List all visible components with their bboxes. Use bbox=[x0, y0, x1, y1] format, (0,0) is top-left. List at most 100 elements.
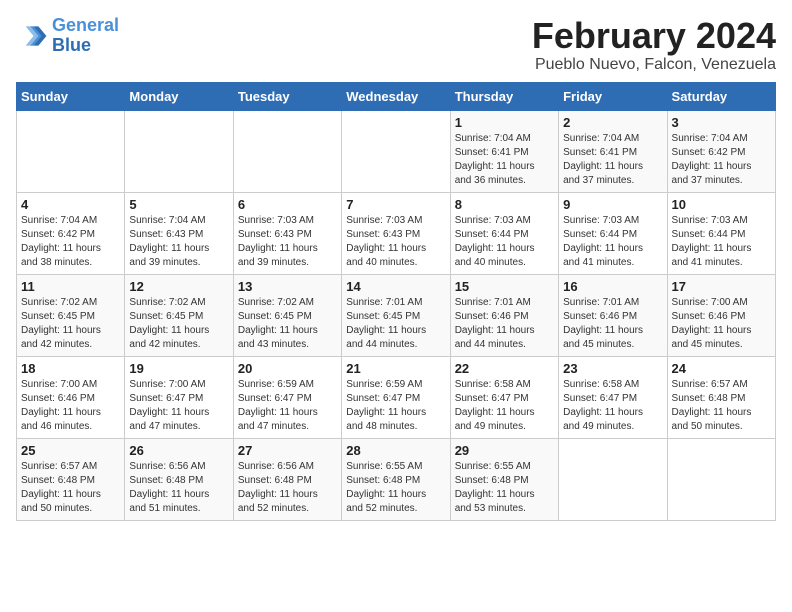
day-number: 25 bbox=[21, 443, 120, 458]
day-info: Sunrise: 6:59 AM Sunset: 6:47 PM Dayligh… bbox=[238, 378, 337, 434]
day-info: Sunrise: 6:57 AM Sunset: 6:48 PM Dayligh… bbox=[672, 378, 771, 434]
weekday-header-monday: Monday bbox=[125, 82, 233, 110]
calendar-cell: 4 Sunrise: 7:04 AM Sunset: 6:42 PM Daylig… bbox=[17, 192, 125, 274]
day-number: 27 bbox=[238, 443, 337, 458]
day-info: Sunrise: 7:04 AM Sunset: 6:41 PM Dayligh… bbox=[455, 132, 554, 188]
calendar-cell: 26 Sunrise: 6:56 AM Sunset: 6:48 PM Dayli… bbox=[125, 438, 233, 520]
day-info: Sunrise: 6:55 AM Sunset: 6:48 PM Dayligh… bbox=[346, 460, 445, 516]
calendar-cell: 25 Sunrise: 6:57 AM Sunset: 6:48 PM Dayli… bbox=[17, 438, 125, 520]
logo-line1: General bbox=[52, 15, 119, 35]
day-info: Sunrise: 7:03 AM Sunset: 6:44 PM Dayligh… bbox=[672, 214, 771, 270]
day-info: Sunrise: 7:04 AM Sunset: 6:42 PM Dayligh… bbox=[672, 132, 771, 188]
day-info: Sunrise: 6:55 AM Sunset: 6:48 PM Dayligh… bbox=[455, 460, 554, 516]
day-number: 8 bbox=[455, 197, 554, 212]
calendar-cell: 19Sunrise: 7:00 AM Sunset: 6:47 PM Dayli… bbox=[125, 356, 233, 438]
day-info: Sunrise: 7:01 AM Sunset: 6:46 PM Dayligh… bbox=[455, 296, 554, 352]
day-number: 12 bbox=[129, 279, 228, 294]
day-info: Sunrise: 7:04 AM Sunset: 6:42 PM Dayligh… bbox=[21, 214, 120, 270]
day-number: 17 bbox=[672, 279, 771, 294]
day-number: 10 bbox=[672, 197, 771, 212]
calendar-cell bbox=[125, 110, 233, 192]
logo: General Blue bbox=[16, 16, 119, 56]
calendar-week-row: 1Sunrise: 7:04 AM Sunset: 6:41 PM Daylig… bbox=[17, 110, 776, 192]
weekday-header-sunday: Sunday bbox=[17, 82, 125, 110]
day-number: 28 bbox=[346, 443, 445, 458]
calendar-cell: 6Sunrise: 7:03 AM Sunset: 6:43 PM Daylig… bbox=[233, 192, 341, 274]
calendar-table: SundayMondayTuesdayWednesdayThursdayFrid… bbox=[16, 82, 776, 521]
day-number: 23 bbox=[563, 361, 662, 376]
day-info: Sunrise: 6:57 AM Sunset: 6:48 PM Dayligh… bbox=[21, 460, 120, 516]
day-number: 16 bbox=[563, 279, 662, 294]
calendar-cell: 28 Sunrise: 6:55 AM Sunset: 6:48 PM Dayli… bbox=[342, 438, 450, 520]
calendar-cell: 5 Sunrise: 7:04 AM Sunset: 6:43 PM Daylig… bbox=[125, 192, 233, 274]
day-info: Sunrise: 7:01 AM Sunset: 6:45 PM Dayligh… bbox=[346, 296, 445, 352]
calendar-week-row: 18Sunrise: 7:00 AM Sunset: 6:46 PM Dayli… bbox=[17, 356, 776, 438]
weekday-header-wednesday: Wednesday bbox=[342, 82, 450, 110]
calendar-cell: 23 Sunrise: 6:58 AM Sunset: 6:47 PM Dayli… bbox=[559, 356, 667, 438]
calendar-cell: 8 Sunrise: 7:03 AM Sunset: 6:44 PM Daylig… bbox=[450, 192, 558, 274]
calendar-cell: 18Sunrise: 7:00 AM Sunset: 6:46 PM Dayli… bbox=[17, 356, 125, 438]
calendar-cell: 15 Sunrise: 7:01 AM Sunset: 6:46 PM Dayli… bbox=[450, 274, 558, 356]
day-number: 26 bbox=[129, 443, 228, 458]
calendar-cell: 7 Sunrise: 7:03 AM Sunset: 6:43 PM Daylig… bbox=[342, 192, 450, 274]
calendar-cell: 27 Sunrise: 6:56 AM Sunset: 6:48 PM Dayli… bbox=[233, 438, 341, 520]
day-info: Sunrise: 7:03 AM Sunset: 6:43 PM Dayligh… bbox=[238, 214, 337, 270]
calendar-cell: 22 Sunrise: 6:58 AM Sunset: 6:47 PM Dayli… bbox=[450, 356, 558, 438]
day-number: 4 bbox=[21, 197, 120, 212]
day-info: Sunrise: 7:01 AM Sunset: 6:46 PM Dayligh… bbox=[563, 296, 662, 352]
day-info: Sunrise: 6:56 AM Sunset: 6:48 PM Dayligh… bbox=[129, 460, 228, 516]
calendar-cell: 14 Sunrise: 7:01 AM Sunset: 6:45 PM Dayli… bbox=[342, 274, 450, 356]
day-number: 7 bbox=[346, 197, 445, 212]
calendar-cell: 3 Sunrise: 7:04 AM Sunset: 6:42 PM Daylig… bbox=[667, 110, 775, 192]
day-number: 19 bbox=[129, 361, 228, 376]
day-info: Sunrise: 6:58 AM Sunset: 6:47 PM Dayligh… bbox=[455, 378, 554, 434]
day-info: Sunrise: 7:03 AM Sunset: 6:43 PM Dayligh… bbox=[346, 214, 445, 270]
day-number: 3 bbox=[672, 115, 771, 130]
day-info: Sunrise: 6:59 AM Sunset: 6:47 PM Dayligh… bbox=[346, 378, 445, 434]
day-number: 24 bbox=[672, 361, 771, 376]
weekday-header-tuesday: Tuesday bbox=[233, 82, 341, 110]
calendar-cell: 13 Sunrise: 7:02 AM Sunset: 6:45 PM Dayli… bbox=[233, 274, 341, 356]
calendar-cell: 10 Sunrise: 7:03 AM Sunset: 6:44 PM Dayli… bbox=[667, 192, 775, 274]
logo-line2: Blue bbox=[52, 35, 91, 55]
calendar-cell: 24 Sunrise: 6:57 AM Sunset: 6:48 PM Dayli… bbox=[667, 356, 775, 438]
day-number: 21 bbox=[346, 361, 445, 376]
weekday-header-row: SundayMondayTuesdayWednesdayThursdayFrid… bbox=[17, 82, 776, 110]
calendar-week-row: 4 Sunrise: 7:04 AM Sunset: 6:42 PM Daylig… bbox=[17, 192, 776, 274]
day-info: Sunrise: 6:56 AM Sunset: 6:48 PM Dayligh… bbox=[238, 460, 337, 516]
calendar-cell bbox=[559, 438, 667, 520]
day-info: Sunrise: 7:02 AM Sunset: 6:45 PM Dayligh… bbox=[129, 296, 228, 352]
calendar-cell: 29 Sunrise: 6:55 AM Sunset: 6:48 PM Dayli… bbox=[450, 438, 558, 520]
day-number: 9 bbox=[563, 197, 662, 212]
day-number: 22 bbox=[455, 361, 554, 376]
day-info: Sunrise: 7:04 AM Sunset: 6:43 PM Dayligh… bbox=[129, 214, 228, 270]
calendar-cell bbox=[342, 110, 450, 192]
calendar-cell: 9 Sunrise: 7:03 AM Sunset: 6:44 PM Daylig… bbox=[559, 192, 667, 274]
header: General Blue February 2024 Pueblo Nuevo,… bbox=[16, 16, 776, 74]
day-number: 11 bbox=[21, 279, 120, 294]
calendar-cell: 1Sunrise: 7:04 AM Sunset: 6:41 PM Daylig… bbox=[450, 110, 558, 192]
location-title: Pueblo Nuevo, Falcon, Venezuela bbox=[532, 56, 776, 74]
weekday-header-thursday: Thursday bbox=[450, 82, 558, 110]
weekday-header-saturday: Saturday bbox=[667, 82, 775, 110]
day-info: Sunrise: 7:04 AM Sunset: 6:41 PM Dayligh… bbox=[563, 132, 662, 188]
day-number: 14 bbox=[346, 279, 445, 294]
day-info: Sunrise: 7:02 AM Sunset: 6:45 PM Dayligh… bbox=[238, 296, 337, 352]
month-title: February 2024 bbox=[532, 16, 776, 56]
day-info: Sunrise: 7:00 AM Sunset: 6:46 PM Dayligh… bbox=[21, 378, 120, 434]
day-number: 29 bbox=[455, 443, 554, 458]
day-number: 2 bbox=[563, 115, 662, 130]
day-info: Sunrise: 7:03 AM Sunset: 6:44 PM Dayligh… bbox=[455, 214, 554, 270]
day-info: Sunrise: 7:03 AM Sunset: 6:44 PM Dayligh… bbox=[563, 214, 662, 270]
weekday-header-friday: Friday bbox=[559, 82, 667, 110]
day-number: 13 bbox=[238, 279, 337, 294]
calendar-cell: 16 Sunrise: 7:01 AM Sunset: 6:46 PM Dayli… bbox=[559, 274, 667, 356]
day-info: Sunrise: 6:58 AM Sunset: 6:47 PM Dayligh… bbox=[563, 378, 662, 434]
day-number: 5 bbox=[129, 197, 228, 212]
day-number: 20 bbox=[238, 361, 337, 376]
calendar-cell: 20 Sunrise: 6:59 AM Sunset: 6:47 PM Dayli… bbox=[233, 356, 341, 438]
title-block: February 2024 Pueblo Nuevo, Falcon, Vene… bbox=[532, 16, 776, 74]
calendar-cell: 2 Sunrise: 7:04 AM Sunset: 6:41 PM Daylig… bbox=[559, 110, 667, 192]
day-number: 15 bbox=[455, 279, 554, 294]
day-info: Sunrise: 7:02 AM Sunset: 6:45 PM Dayligh… bbox=[21, 296, 120, 352]
